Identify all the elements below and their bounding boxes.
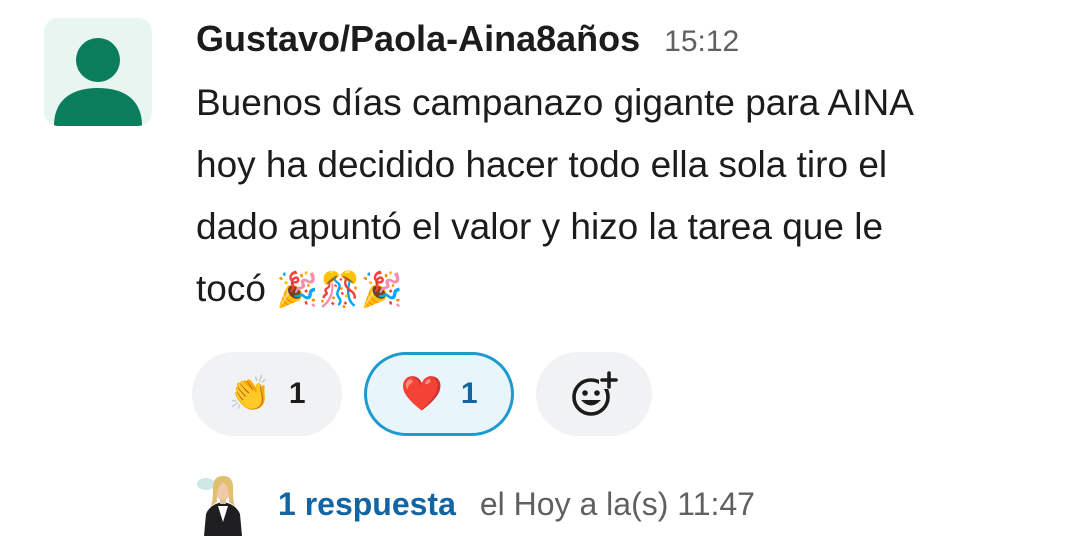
reaction-count: 1 [288,377,306,410]
add-reaction-button[interactable] [536,352,652,436]
red-heart-icon: ❤️ [400,374,443,414]
message-body: Buenos días campanazo gigante para AINA … [196,72,1056,321]
message-timestamp[interactable]: 15:12 [664,25,739,59]
replier-avatar[interactable] [196,472,250,536]
party-popper-emoji: 🎉 [360,270,404,310]
message-line: tocó [196,268,266,309]
party-popper-emoji: 🎉 [276,270,319,310]
message-line: hoy ha decidido hacer todo ella sola tir… [196,144,888,185]
add-reaction-icon [572,371,619,416]
sender-name[interactable]: Gustavo/Paola-Aina8años [196,18,640,60]
reaction-heart[interactable]: ❤️ 1 [364,352,514,436]
user-silhouette-icon [44,18,152,126]
reaction-count: 1 [460,377,478,410]
reactions-bar: 👏 1 ❤️ 1 [192,352,652,436]
message-line: Buenos días campanazo gigante para AINA [196,82,914,123]
sender-avatar[interactable] [44,18,152,126]
message-line-last: tocó 🎉🎊🎉 [196,258,1056,321]
reaction-clap[interactable]: 👏 1 [192,352,342,436]
clapping-hands-icon: 👏 [228,374,271,414]
thread-summary[interactable]: 1 respuesta el Hoy a la(s) 11:47 [196,472,755,536]
message-header: Gustavo/Paola-Aina8años 15:12 [196,18,739,62]
reply-count-link[interactable]: 1 respuesta [278,486,456,523]
message-line: dado apuntó el valor y hizo la tarea que… [196,206,884,247]
message: Gustavo/Paola-Aina8años 15:12 Buenos día… [0,0,1084,551]
confetti-ball-emoji: 🎊 [318,270,361,310]
last-reply-time: el Hoy a la(s) 11:47 [479,485,755,522]
